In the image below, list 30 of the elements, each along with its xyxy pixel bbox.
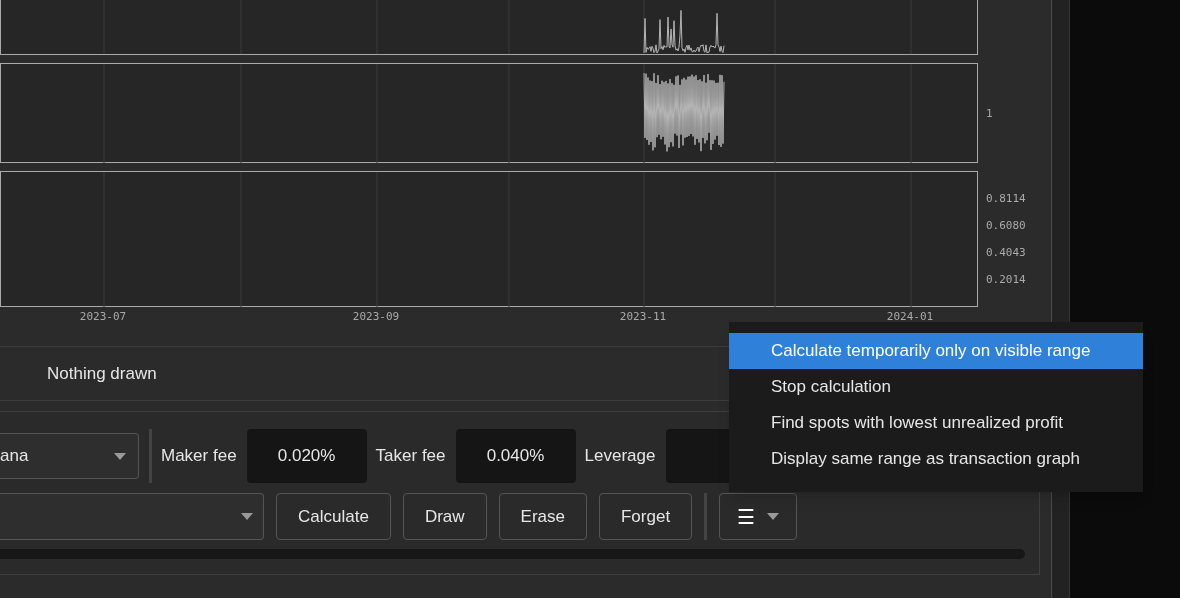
fee-field[interactable]: 0.040%	[455, 429, 576, 483]
action-button[interactable]: Calculate	[276, 493, 391, 540]
axis-label: 2024-01	[886, 309, 934, 325]
axis-label: 0.8114	[986, 192, 1027, 205]
action-button[interactable]: Forget	[598, 493, 693, 540]
axis-label: 2023-11	[619, 309, 667, 325]
action-button[interactable]: Erase	[498, 493, 587, 540]
fee-label: Taker fee	[375, 445, 446, 468]
caret-icon	[767, 513, 780, 520]
fee-field[interactable]: 0.020%	[246, 429, 367, 483]
axis-label: 0.6080	[986, 219, 1027, 232]
menu-button[interactable]: ☰	[719, 493, 798, 540]
menu-item[interactable]: Stop calculation	[729, 369, 1143, 405]
fee-label: Maker fee	[161, 445, 237, 468]
menu-item[interactable]: Display same range as transaction graph	[729, 441, 1143, 477]
axis-label: 2023-07	[79, 309, 127, 325]
axis-label: 1	[986, 106, 994, 120]
grid-line	[643, 0, 645, 54]
caret-icon	[241, 513, 253, 520]
caret-icon	[114, 452, 126, 460]
status-text: Nothing drawn	[47, 362, 157, 385]
menu-item[interactable]: Calculate temporarily only on visible range	[729, 333, 1143, 369]
leverage-label: Leverage	[584, 445, 656, 468]
axis-label: 0.4043	[986, 246, 1027, 259]
action-button[interactable]: Draw	[402, 493, 487, 540]
axis-label: 2023-09	[352, 309, 400, 325]
menu-item[interactable]: Find spots with lowest unrealized profit	[729, 405, 1143, 441]
axis-label: 0.2014	[986, 273, 1027, 286]
strategy-dropdown[interactable]: ana	[0, 433, 139, 479]
mode-dropdown[interactable]	[0, 493, 264, 540]
